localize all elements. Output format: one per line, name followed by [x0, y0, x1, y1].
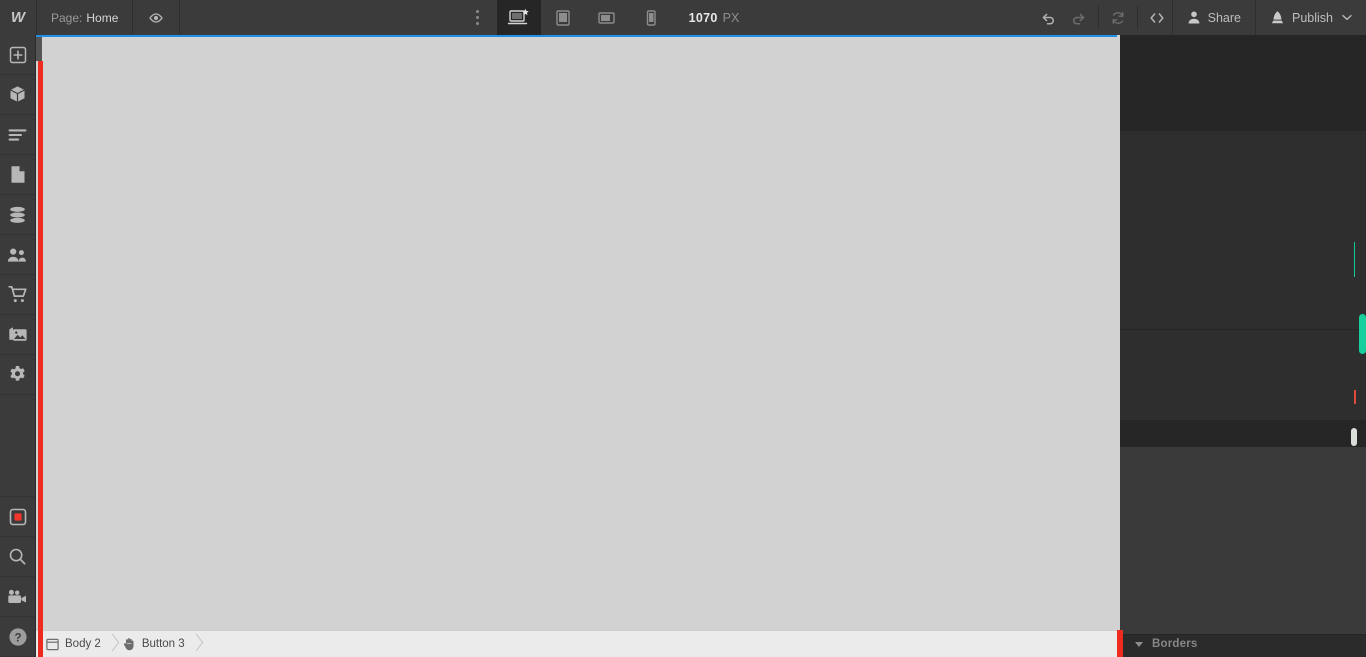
- vertical-dots-icon: [476, 10, 480, 25]
- borders-section-title: Borders: [1152, 638, 1198, 650]
- viewport-width-unit: PX: [722, 10, 740, 25]
- sidebar-item-assets[interactable]: [0, 315, 35, 355]
- breakpoint-mobile-portrait[interactable]: [629, 0, 673, 35]
- undo-icon: [1040, 9, 1057, 26]
- style-panel-section-1: [1120, 35, 1366, 131]
- viewport-width-display[interactable]: 1070 PX: [673, 0, 756, 35]
- mobile-landscape-icon: [597, 10, 617, 26]
- status-bar: Body 2 Button 3: [36, 630, 1117, 657]
- triangle-down-icon[interactable]: [1135, 641, 1143, 647]
- sidebar-item-video[interactable]: [0, 577, 35, 617]
- sidebar-item-navigator[interactable]: [0, 115, 35, 155]
- left-sidebar: ?: [0, 35, 36, 657]
- toolbar-left-spacer: [180, 0, 458, 35]
- rocket-icon: [1270, 10, 1285, 25]
- breakpoint-desktop[interactable]: [496, 0, 541, 35]
- more-options-button[interactable]: [459, 0, 497, 35]
- style-panel-section-3: [1120, 330, 1366, 421]
- sidebar-item-recording[interactable]: [0, 497, 35, 537]
- toolbar-divider-2: [1136, 6, 1138, 29]
- sidebar-item-search[interactable]: [0, 537, 35, 577]
- publish-label: Publish: [1292, 10, 1333, 25]
- style-panel-section-4: [1120, 421, 1366, 447]
- eye-icon: [148, 10, 164, 26]
- style-panel-section-2: [1120, 131, 1366, 330]
- sidebar-bottom-group: ?: [0, 497, 35, 657]
- style-panel-scrollbar-thumb[interactable]: [1359, 314, 1366, 354]
- right-style-panel: [1120, 35, 1366, 635]
- plus-square-icon: [9, 46, 27, 64]
- share-button[interactable]: Share: [1171, 0, 1255, 35]
- tablet-icon: [554, 9, 572, 27]
- refresh-button[interactable]: [1103, 0, 1133, 35]
- style-panel-scrollbar-thumb-secondary[interactable]: [1351, 428, 1357, 446]
- breadcrumb-label: Button 3: [141, 638, 185, 650]
- viewport-width-value: 1070: [688, 10, 718, 25]
- undo-button[interactable]: [1034, 0, 1064, 35]
- code-view-button[interactable]: [1142, 0, 1172, 35]
- shopping-cart-icon: [7, 285, 28, 304]
- style-panel-section-5: [1120, 447, 1366, 635]
- chevron-down-icon: [1342, 14, 1352, 21]
- desktop-star-icon: [507, 8, 531, 28]
- webflow-designer-window: W Page: Home 1070 PX Share Publish ? Bod…: [0, 0, 1366, 657]
- top-toolbar: W Page: Home 1070 PX Share Publish: [0, 0, 1366, 35]
- canvas-selection-top-outline: [36, 35, 1117, 37]
- sidebar-item-help[interactable]: ?: [0, 617, 35, 657]
- gear-icon: [8, 365, 27, 384]
- sidebar-item-cms[interactable]: [0, 195, 35, 235]
- sidebar-item-ecommerce[interactable]: [0, 275, 35, 315]
- cube-icon: [8, 85, 27, 104]
- database-icon: [8, 206, 27, 224]
- style-panel-red-marker: [1354, 390, 1356, 404]
- redo-button[interactable]: [1064, 0, 1094, 35]
- page-selector-label: Page:: [51, 10, 83, 25]
- sidebar-item-components[interactable]: [0, 75, 35, 115]
- toolbar-actions: Share Publish: [1034, 0, 1366, 35]
- webflow-logo-glyph: W: [10, 9, 26, 26]
- breakpoint-tablet[interactable]: [541, 0, 585, 35]
- breakpoint-mobile-landscape[interactable]: [585, 0, 629, 35]
- svg-text:?: ?: [14, 632, 21, 644]
- page-selector-value: Home: [86, 10, 119, 25]
- person-icon: [1187, 10, 1201, 25]
- body-frame-icon: [46, 638, 59, 651]
- layers-lines-icon: [8, 128, 27, 142]
- red-square-record-icon: [9, 508, 27, 526]
- status-bar-red-guide: [1117, 630, 1123, 657]
- sidebar-item-settings[interactable]: [0, 355, 35, 395]
- page-selector[interactable]: Page: Home: [37, 0, 134, 35]
- hand-icon: [123, 637, 136, 651]
- share-label: Share: [1207, 10, 1241, 25]
- sidebar-item-users[interactable]: [0, 235, 35, 275]
- toolbar-right-spacer: [755, 0, 1033, 35]
- mobile-portrait-icon: [644, 9, 658, 27]
- video-camera-icon: [7, 589, 28, 605]
- code-brackets-icon: [1148, 10, 1166, 26]
- publish-button[interactable]: Publish: [1255, 0, 1366, 35]
- breadcrumb-separator: [191, 631, 205, 657]
- question-mark-icon: ?: [8, 627, 28, 647]
- page-icon: [10, 165, 26, 184]
- refresh-icon: [1110, 10, 1126, 26]
- canvas-left-gutter: [36, 35, 42, 61]
- breadcrumb-label: Body 2: [65, 638, 101, 650]
- images-icon: [8, 326, 28, 344]
- preview-toggle-button[interactable]: [133, 0, 181, 35]
- style-panel-accent-line: [1354, 242, 1355, 277]
- breakpoint-group: 1070 PX: [459, 0, 756, 35]
- sidebar-item-pages[interactable]: [0, 155, 35, 195]
- breadcrumb-item-button-3[interactable]: Button 3: [123, 637, 187, 651]
- canvas-left-red-guide: [38, 61, 43, 657]
- webflow-logo-icon[interactable]: W: [0, 0, 37, 35]
- people-icon: [7, 247, 28, 263]
- redo-icon: [1070, 9, 1087, 26]
- breadcrumb-separator: [107, 631, 121, 657]
- toolbar-divider-1: [1097, 6, 1099, 29]
- sidebar-item-add[interactable]: [0, 35, 35, 75]
- search-icon: [8, 547, 27, 566]
- breadcrumb-item-body-2[interactable]: Body 2: [46, 638, 103, 651]
- sidebar-spacer: [0, 395, 35, 497]
